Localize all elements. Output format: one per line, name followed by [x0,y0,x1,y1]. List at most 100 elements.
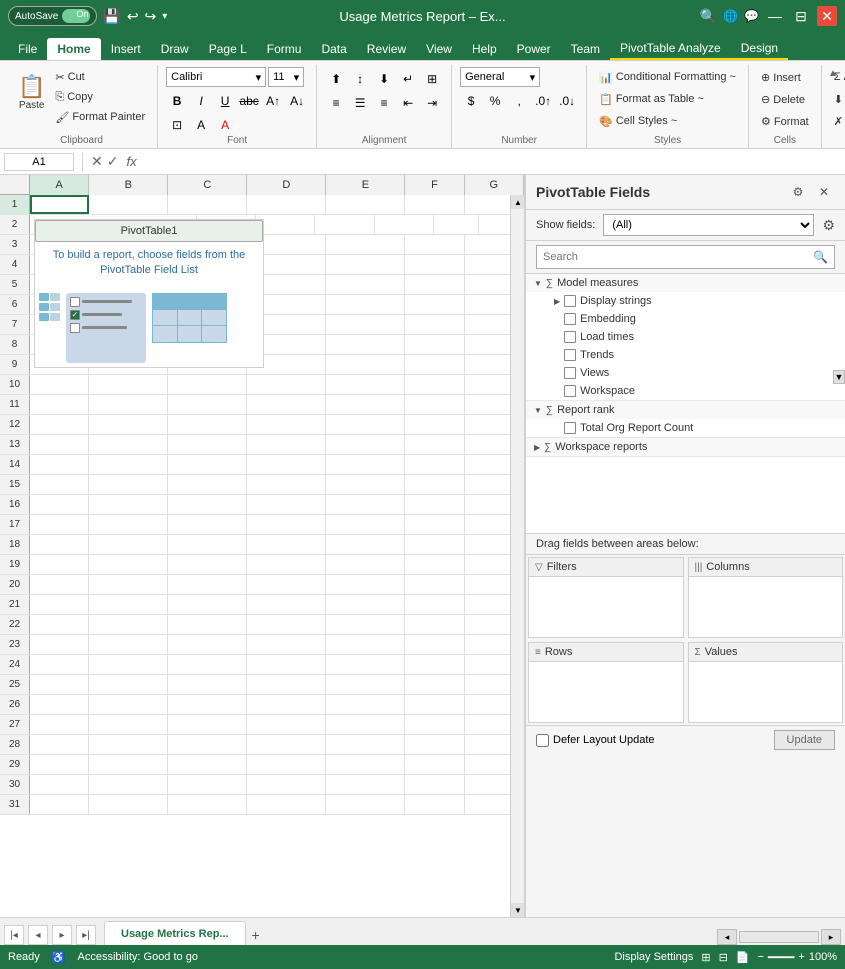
table-row[interactable]: 1 [0,195,524,215]
cell-f1[interactable] [405,195,464,214]
currency-button[interactable]: $ [460,91,482,111]
horizontal-scrollbar[interactable]: ◂ ▸ [717,929,841,945]
font-name-selector[interactable]: Calibri ▾ [166,67,266,87]
format-painter-button[interactable]: 🖌 Format Painter [51,107,149,127]
table-row[interactable]: 11 [0,395,524,415]
col-header-b[interactable]: B [89,175,168,195]
zoom-slider[interactable]: ━━━━ [768,951,795,964]
table-row[interactable]: 25 [0,675,524,695]
table-row[interactable]: 18 [0,535,524,555]
percent-button[interactable]: % [484,91,506,111]
copy-button[interactable]: ⎘ Copy [51,87,149,107]
h-scroll-left-button[interactable]: ◂ [717,929,737,945]
delete-cells-button[interactable]: ⊖ Delete [757,89,809,109]
undo-icon[interactable]: ↩ [127,8,139,25]
table-row[interactable]: 30 [0,775,524,795]
redo-icon[interactable]: ↪ [145,8,157,25]
tab-review[interactable]: Review [357,38,416,60]
font-size-selector[interactable]: 11 ▾ [268,67,304,87]
checkbox-views[interactable] [564,367,576,379]
checkbox-display-strings[interactable] [564,295,576,307]
defer-layout-checkbox[interactable] [536,734,549,747]
align-middle-button[interactable]: ↕ [349,69,371,89]
cell-c1[interactable] [168,195,247,214]
strikethrough-button[interactable]: abc [238,91,260,111]
ribbon-collapse-button[interactable]: ▲ [825,65,841,81]
decrease-indent-button[interactable]: ⇤ [397,93,419,113]
cut-button[interactable]: ✂ Cut [51,67,149,87]
comments-icon[interactable]: 💬 [744,9,759,23]
zoom-out-button[interactable]: − [757,951,763,963]
checkbox-load-times[interactable] [564,331,576,343]
page-break-icon[interactable]: ⊟ [719,951,728,964]
conditional-formatting-button[interactable]: 📊 Conditional Formatting ~ [595,67,740,87]
cancel-formula-icon[interactable]: ✕ [91,153,103,170]
pivot-close-button[interactable]: ✕ [813,181,835,203]
tab-design[interactable]: Design [731,38,788,60]
align-right-button[interactable]: ≡ [373,93,395,113]
filters-area-body[interactable] [529,577,683,637]
tab-insert[interactable]: Insert [101,38,151,60]
table-row[interactable]: 27 [0,715,524,735]
search-icon[interactable]: 🔍 [700,8,717,25]
col-header-f[interactable]: F [405,175,464,195]
table-row[interactable]: 20 [0,575,524,595]
cell-styles-button[interactable]: 🎨 Cell Styles ~ [595,111,681,131]
paste-button[interactable]: 📋 Paste [14,67,49,119]
zoom-in-button[interactable]: + [798,951,804,963]
table-row[interactable]: 21 [0,595,524,615]
vertical-scrollbar[interactable]: ▲ ▼ [510,195,524,917]
col-header-g[interactable]: G [465,175,524,195]
values-area-body[interactable] [689,662,843,722]
field-item-workspace[interactable]: ▶ Workspace [526,382,845,400]
table-row[interactable]: 2 PivotTable1 To build a report, choose … [0,215,524,235]
merge-button[interactable]: ⊞ [421,69,443,89]
scroll-down-button[interactable]: ▼ [511,903,525,917]
table-row[interactable]: 29 [0,755,524,775]
tab-next-button[interactable]: ▸ [52,925,72,945]
rows-area-body[interactable] [529,662,683,722]
tab-team[interactable]: Team [561,38,610,60]
fields-gear-icon[interactable]: ⚙ [822,217,835,234]
add-sheet-button[interactable]: + [246,925,266,945]
increase-font-button[interactable]: A↑ [262,91,284,111]
table-row[interactable]: 12 [0,415,524,435]
border-button[interactable]: ⊡ [166,115,188,135]
scroll-track[interactable] [511,209,524,903]
number-format-selector[interactable]: General ▾ [460,67,540,87]
align-center-button[interactable]: ☰ [349,93,371,113]
table-row[interactable]: 24 [0,655,524,675]
table-row[interactable]: 10 [0,375,524,395]
save-icon[interactable]: 💾 [103,8,120,25]
cell-reference-box[interactable]: A1 [4,153,74,171]
page-layout-icon[interactable]: 📄 [736,951,750,964]
field-item-total-org-report-count[interactable]: ▶ Total Org Report Count [526,419,845,437]
field-group-header-workspace-reports[interactable]: ▶ ∑ Workspace reports [526,438,845,456]
insert-cells-button[interactable]: ⊕ Insert [757,67,805,87]
align-bottom-button[interactable]: ⬇ [373,69,395,89]
h-scroll-right-button[interactable]: ▸ [821,929,841,945]
tab-data[interactable]: Data [311,38,356,60]
close-button[interactable]: ✕ [817,6,837,26]
tab-view[interactable]: View [416,38,462,60]
table-row[interactable]: 15 [0,475,524,495]
italic-button[interactable]: I [190,91,212,111]
comma-button[interactable]: , [508,91,530,111]
tab-file[interactable]: File [8,38,47,60]
tab-home[interactable]: Home [47,38,100,60]
checkbox-embedding[interactable] [564,313,576,325]
table-row[interactable]: 17 [0,515,524,535]
update-button[interactable]: Update [774,730,835,750]
tab-last-button[interactable]: ▸| [76,925,96,945]
field-item-embedding[interactable]: ▶ Embedding [526,310,845,328]
display-settings-button[interactable]: Display Settings [614,951,693,963]
col-header-a[interactable]: A [30,175,89,195]
format-cells-button[interactable]: ⚙ Format [757,111,813,131]
accept-formula-icon[interactable]: ✓ [107,153,119,170]
cell-view-icon[interactable]: ⊞ [701,951,710,964]
h-scroll-track[interactable] [739,931,819,943]
checkbox-total-org-report-count[interactable] [564,422,576,434]
table-row[interactable]: 28 [0,735,524,755]
tab-formulas[interactable]: Formu [257,38,312,60]
bold-button[interactable]: B [166,91,188,111]
